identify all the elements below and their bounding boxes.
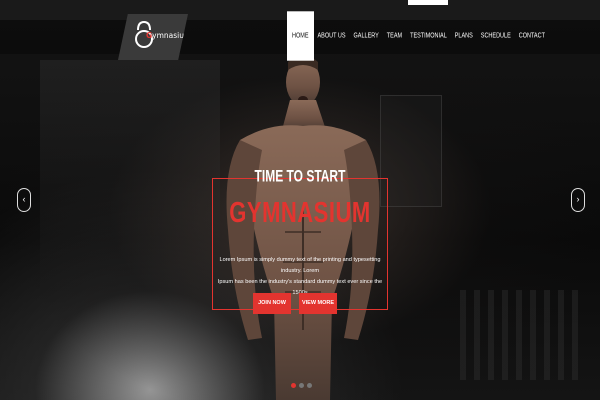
chevron-left-icon: ‹ [22, 194, 26, 204]
nav-plans[interactable]: PLANS [451, 11, 477, 60]
slider-next-button[interactable]: › [571, 188, 585, 212]
nav-testimonial[interactable]: TESTIMONIAL [406, 11, 451, 60]
nav-contact[interactable]: CONTACT [515, 11, 549, 60]
chevron-right-icon: › [576, 194, 580, 204]
slider-dot[interactable] [307, 383, 312, 388]
hero-kicker: TIME TO START [0, 166, 600, 186]
nav-about-us[interactable]: ABOUT US [314, 11, 350, 60]
main-nav: HOME ABOUT US GALLERY TEAM TESTIMONIAL P… [287, 11, 549, 61]
slider-dot[interactable] [291, 383, 296, 388]
slider-prev-button[interactable]: ‹ [17, 188, 31, 212]
nav-team[interactable]: TEAM [383, 11, 406, 60]
hero-headline: GYMNASIUM [229, 196, 371, 229]
top-bar-widget [408, 0, 448, 5]
join-now-button[interactable]: JOIN NOW [253, 293, 291, 314]
slider-dot[interactable] [299, 383, 304, 388]
hero-kicker-text: TIME TO START [254, 166, 346, 186]
slider-dots [291, 383, 312, 388]
view-more-button[interactable]: VIEW MORE [299, 293, 337, 314]
logo[interactable]: Gymnasium [118, 14, 188, 60]
hero-description-line: Lorem Ipsum is simply dummy text of the … [219, 257, 381, 274]
nav-gallery[interactable]: GALLERY [350, 11, 383, 60]
nav-home[interactable]: HOME [287, 11, 314, 61]
nav-schedule[interactable]: SCHEDULE [477, 11, 515, 60]
